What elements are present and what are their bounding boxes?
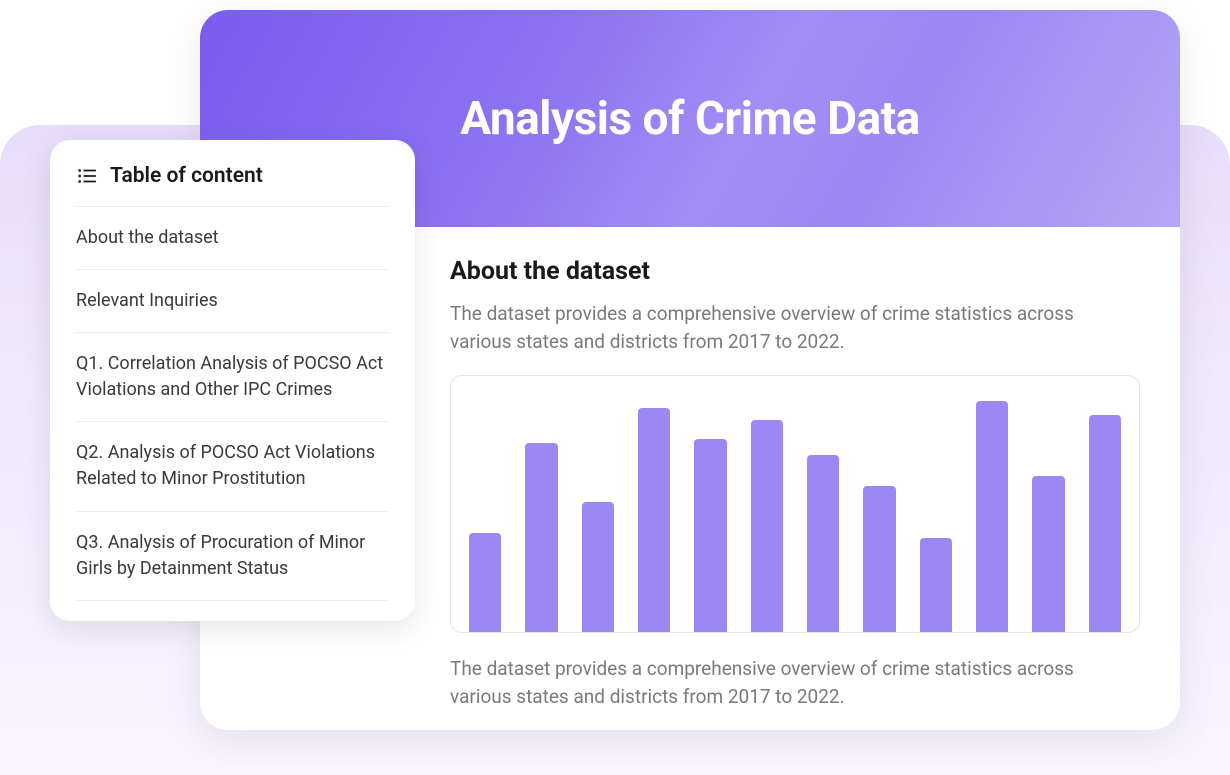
chart-bar (582, 502, 614, 632)
chart-bar (525, 443, 557, 632)
page-title: Analysis of Crime Data (460, 92, 920, 146)
toc-header: Table of content (76, 164, 389, 207)
section-description-top: The dataset provides a comprehensive ove… (450, 300, 1140, 355)
toc-item-q2[interactable]: Q2. Analysis of POCSO Act Violations Rel… (76, 422, 389, 511)
chart-bar (469, 533, 501, 632)
list-icon (76, 165, 98, 187)
chart-bar (807, 455, 839, 632)
toc-item-q1[interactable]: Q1. Correlation Analysis of POCSO Act Vi… (76, 333, 389, 422)
chart-bar (1032, 476, 1064, 632)
toc-item-inquiries[interactable]: Relevant Inquiries (76, 270, 389, 333)
chart-bar (694, 439, 726, 633)
chart-bar (863, 486, 895, 632)
toc-title: Table of content (110, 164, 263, 188)
section-title: About the dataset (450, 257, 1140, 286)
chart-bar (638, 408, 670, 632)
section-description-bottom: The dataset provides a comprehensive ove… (450, 655, 1140, 710)
chart-bar (751, 420, 783, 632)
toc-item-q3[interactable]: Q3. Analysis of Procuration of Minor Gir… (76, 512, 389, 601)
chart-bar (976, 401, 1008, 632)
toc-item-about[interactable]: About the dataset (76, 207, 389, 270)
bar-chart (450, 375, 1140, 633)
chart-bar (920, 538, 952, 632)
table-of-contents-card: Table of content About the dataset Relev… (50, 140, 415, 621)
chart-bar (1089, 415, 1121, 632)
